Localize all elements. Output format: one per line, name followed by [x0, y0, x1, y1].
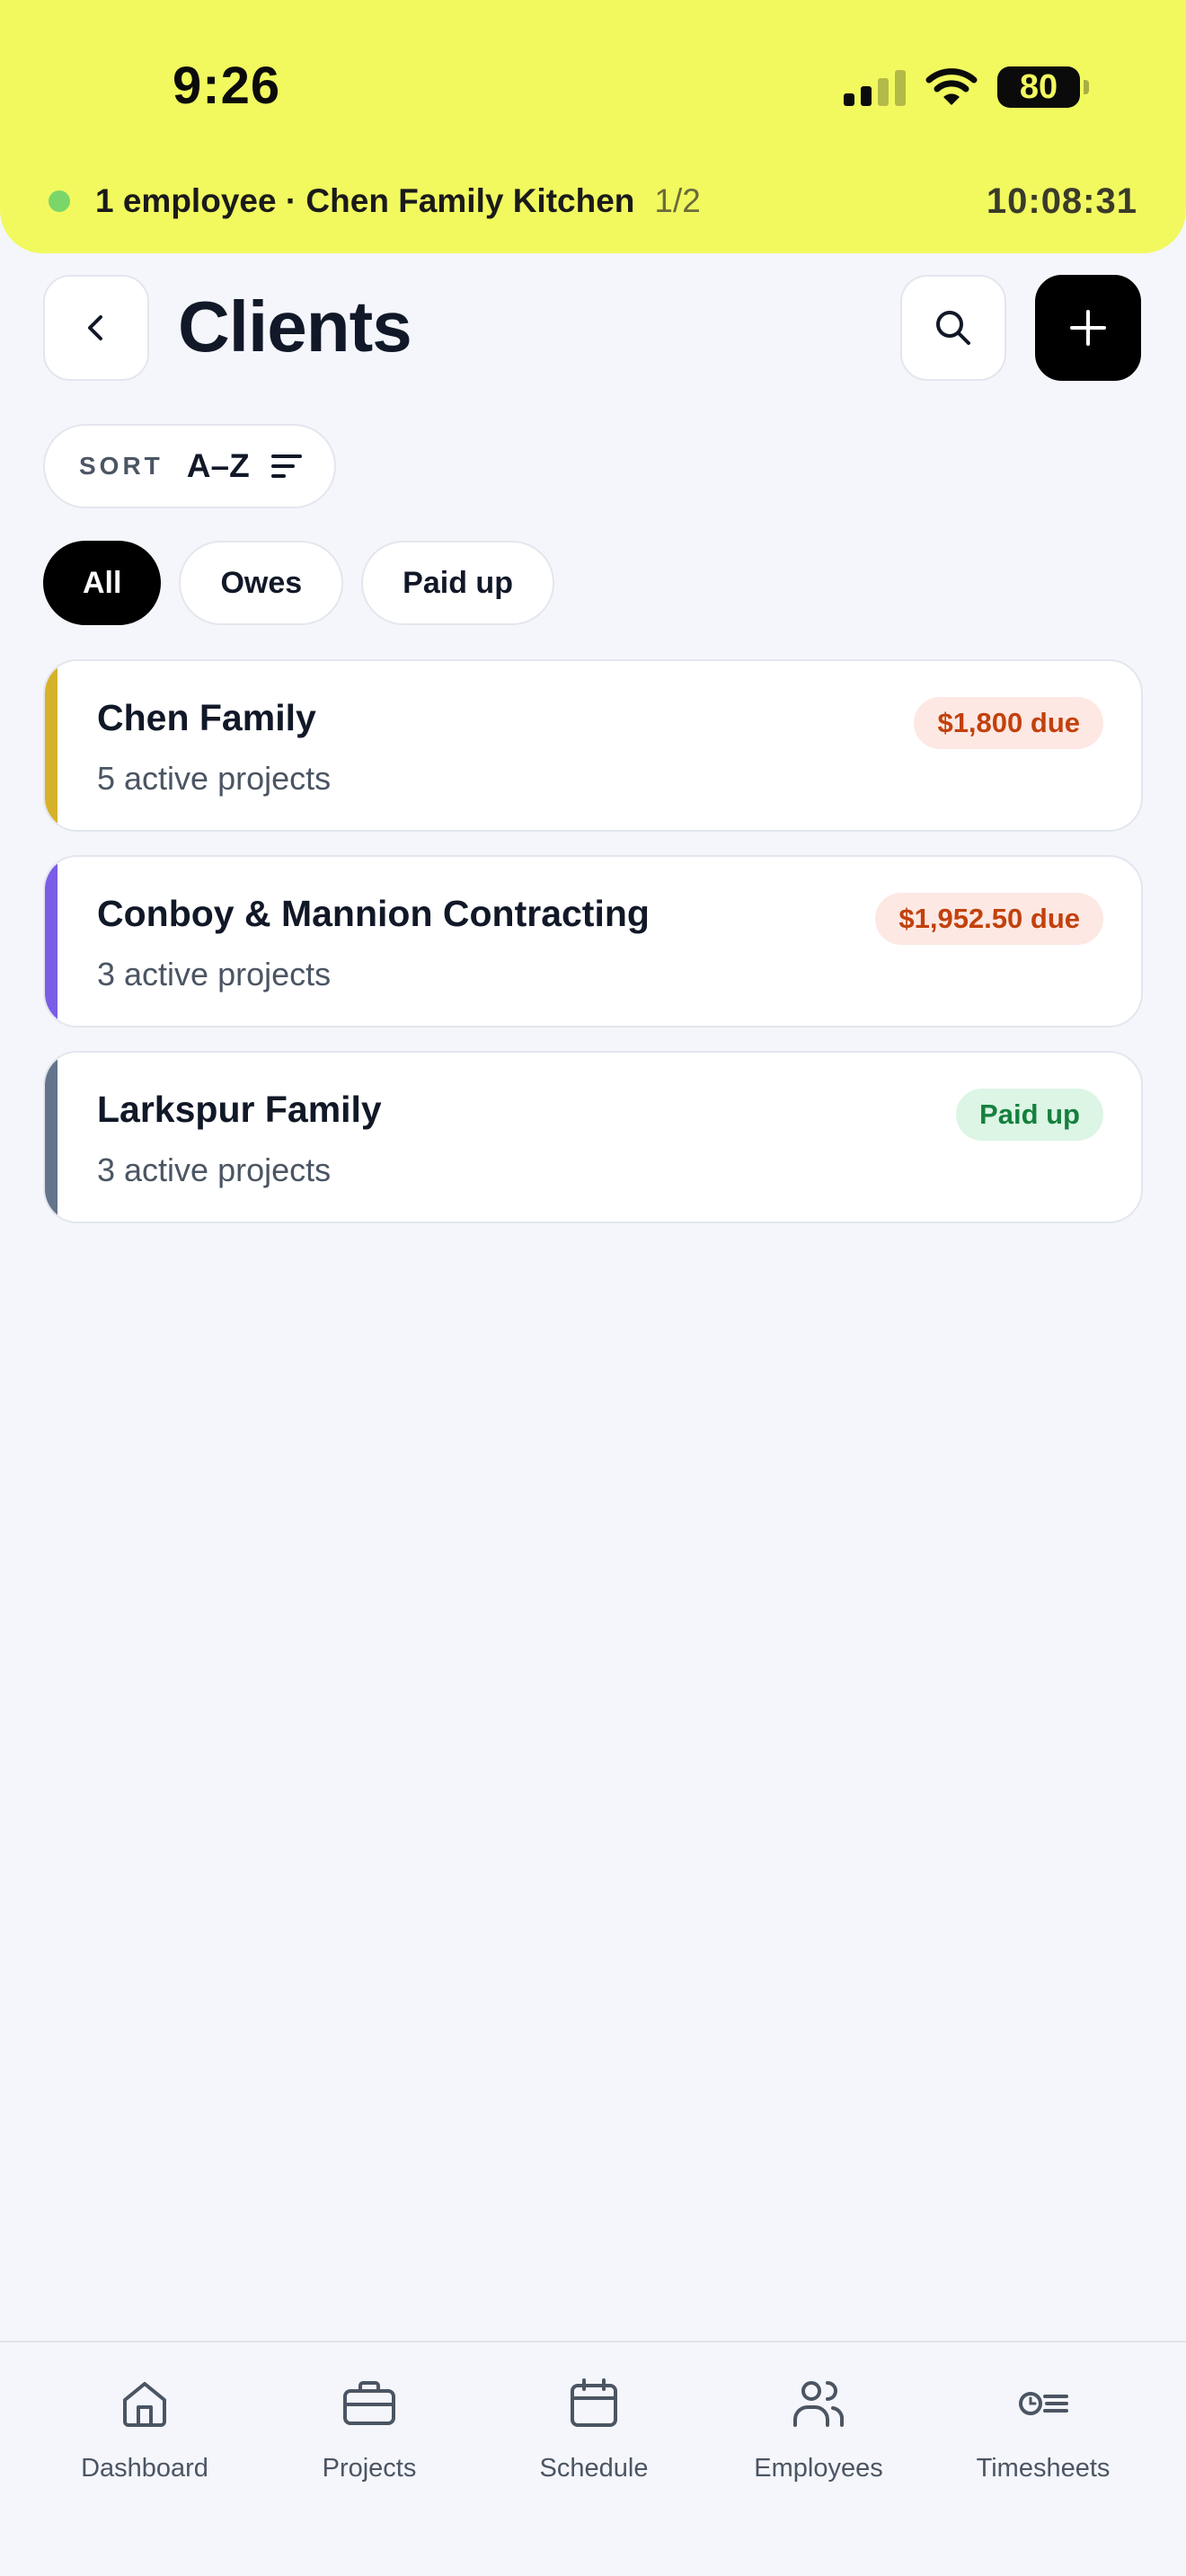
client-name: Larkspur Family — [97, 1089, 382, 1130]
client-projects-count: 3 active projects — [97, 956, 332, 992]
live-activity-timer: 10:08:31 — [986, 181, 1137, 221]
briefcase-icon — [341, 2375, 398, 2432]
calendar-icon — [565, 2375, 623, 2432]
filter-chip-paid-up[interactable]: Paid up — [361, 541, 554, 625]
live-activity-header: 9:26 80 1 employee · Chen Family Kitchen… — [0, 0, 1186, 253]
client-accent-bar — [45, 857, 58, 1026]
filter-chip-owes[interactable]: Owes — [179, 541, 344, 625]
nav-schedule[interactable]: Schedule — [482, 2342, 706, 2576]
client-name: Chen Family — [97, 697, 316, 738]
live-activity-text: 1 employee · Chen Family Kitchen — [95, 182, 635, 219]
filter-chip-label: Paid up — [403, 565, 513, 600]
filter-chip-label: Owes — [220, 565, 303, 600]
nav-dashboard[interactable]: Dashboard — [32, 2342, 257, 2576]
clients-screen: 9:26 80 1 employee · Chen Family Kitchen… — [0, 0, 1186, 2576]
filter-chip-all[interactable]: All — [43, 541, 162, 625]
add-client-button[interactable] — [1035, 275, 1141, 381]
live-activity-row[interactable]: 1 employee · Chen Family Kitchen 1/2 10:… — [49, 176, 1137, 226]
nav-projects[interactable]: Projects — [257, 2342, 482, 2576]
nav-label: Timesheets — [976, 2454, 1111, 2483]
status-time: 9:26 — [173, 57, 281, 115]
client-projects-count: 3 active projects — [97, 1151, 332, 1188]
client-accent-bar — [45, 1053, 58, 1222]
client-card[interactable]: Larkspur Family 3 active projects Paid u… — [43, 1051, 1143, 1223]
users-icon — [790, 2375, 847, 2432]
search-button[interactable] — [900, 275, 1006, 381]
sort-label: SORT — [79, 452, 164, 480]
status-indicators: 80 — [844, 66, 1089, 108]
nav-employees[interactable]: Employees — [706, 2342, 931, 2576]
bottom-nav: Dashboard Projects Schedule Employees Ti… — [0, 2341, 1186, 2576]
battery-icon: 80 — [997, 66, 1089, 108]
sort-value: A–Z — [186, 447, 250, 484]
live-activity-count: 1/2 — [654, 182, 701, 219]
client-card[interactable]: Conboy & Mannion Contracting 3 active pr… — [43, 855, 1143, 1028]
nav-label: Employees — [754, 2454, 883, 2483]
sort-button[interactable]: SORT A–Z — [43, 424, 336, 508]
filter-chip-label: All — [83, 565, 122, 600]
search-icon — [936, 311, 970, 345]
client-accent-bar — [45, 661, 58, 830]
client-projects-count: 5 active projects — [97, 760, 332, 797]
client-list: Chen Family 5 active projects $1,800 due… — [43, 659, 1143, 1247]
balance-badge: Paid up — [956, 1089, 1103, 1141]
battery-level: 80 — [1019, 67, 1058, 106]
nav-label: Schedule — [539, 2454, 649, 2483]
wifi-icon — [925, 68, 978, 105]
live-status-dot — [49, 190, 70, 212]
client-card[interactable]: Chen Family 5 active projects $1,800 due — [43, 659, 1143, 832]
cellular-signal-icon — [844, 68, 906, 106]
nav-label: Projects — [322, 2454, 417, 2483]
client-name: Conboy & Mannion Contracting — [97, 893, 650, 934]
timesheet-icon — [1014, 2375, 1072, 2432]
page-title: Clients — [178, 287, 412, 366]
nav-label: Dashboard — [81, 2454, 208, 2483]
back-button[interactable] — [43, 275, 149, 381]
balance-badge: $1,952.50 due — [875, 893, 1103, 945]
plus-icon — [1070, 310, 1106, 346]
chevron-left-icon — [88, 315, 102, 340]
balance-badge: $1,800 due — [914, 697, 1103, 749]
filter-chips: All Owes Paid up — [43, 541, 554, 625]
nav-timesheets[interactable]: Timesheets — [931, 2342, 1155, 2576]
home-icon — [116, 2375, 173, 2432]
sort-lines-icon — [270, 454, 302, 478]
